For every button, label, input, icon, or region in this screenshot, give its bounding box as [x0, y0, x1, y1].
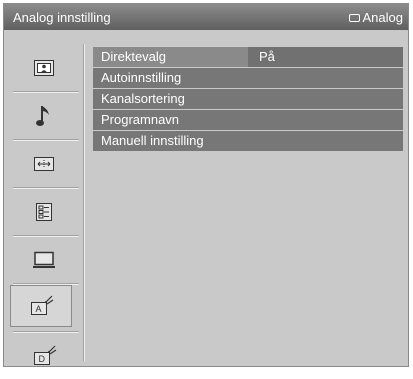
settings-screen: Analog innstilling Analog A D Direkteval… — [3, 3, 409, 367]
sidebar-item-digital-tuning[interactable]: D — [7, 333, 81, 379]
pc-monitor-icon — [33, 251, 55, 268]
menu-item-label: Manuell innstilling — [101, 133, 204, 148]
page-title: Analog innstilling — [13, 10, 111, 25]
sidebar-item-settings[interactable] — [7, 189, 81, 235]
input-source-indicator: Analog — [348, 10, 403, 25]
analog-tuning-icon: A — [31, 295, 54, 315]
sidebar-item-picture[interactable] — [7, 45, 81, 91]
menu-item-label: Direktevalg — [93, 47, 248, 67]
category-sidebar: A D — [7, 44, 81, 365]
settings-menu: Direktevalg På Autoinnstilling Kanalsort… — [93, 47, 403, 152]
menu-item-manuell-innstilling[interactable]: Manuell innstilling — [93, 131, 403, 151]
menu-item-kanalsortering[interactable]: Kanalsortering — [93, 89, 403, 109]
menu-item-label: Programnavn — [101, 112, 180, 127]
input-source-label: Analog — [362, 10, 403, 25]
menu-item-autoinnstilling[interactable]: Autoinnstilling — [93, 68, 403, 88]
music-note-icon — [36, 106, 49, 126]
menu-item-direktevalg[interactable]: Direktevalg På — [93, 47, 403, 67]
menu-item-label: Autoinnstilling — [101, 70, 182, 85]
sidebar-divider — [83, 44, 85, 361]
menu-item-programnavn[interactable]: Programnavn — [93, 110, 403, 130]
sidebar-item-pc[interactable] — [7, 237, 81, 283]
sidebar-item-screen[interactable] — [7, 141, 81, 187]
svg-text:A: A — [36, 304, 42, 314]
menu-item-label: Kanalsortering — [101, 91, 185, 106]
picture-icon — [34, 60, 54, 76]
sidebar-item-sound[interactable] — [7, 93, 81, 139]
settings-list-icon — [36, 203, 52, 221]
screen-control-icon — [34, 157, 54, 171]
digital-tuning-icon: D — [34, 345, 57, 365]
title-bar: Analog innstilling Analog — [4, 4, 408, 30]
svg-text:D: D — [39, 354, 46, 364]
tv-icon — [348, 13, 360, 22]
menu-item-value: På — [248, 47, 403, 67]
sidebar-item-analog-tuning[interactable]: A — [10, 285, 72, 327]
